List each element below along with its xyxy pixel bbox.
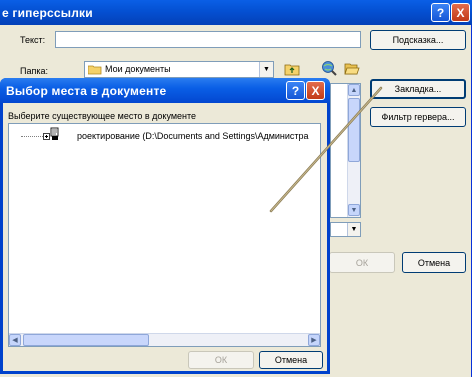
- text-input[interactable]: [55, 31, 361, 48]
- front-dialog-title: Выбор места в документе: [6, 84, 167, 98]
- back-ok-button[interactable]: ОК: [329, 252, 395, 273]
- document-tree[interactable]: роектирование (D:\Documents and Settings…: [8, 123, 321, 347]
- front-ok-label: ОК: [214, 355, 228, 365]
- tree-item-label[interactable]: роектирование (D:\Documents and Settings…: [77, 131, 309, 141]
- tooltip-button[interactable]: Подсказка...: [370, 30, 466, 50]
- folder-value: Мои документы: [105, 64, 171, 74]
- close-icon: X: [311, 83, 320, 98]
- back-close-button[interactable]: X: [451, 3, 470, 22]
- chevron-down-icon[interactable]: ▼: [347, 223, 360, 236]
- chevron-down-icon[interactable]: ▼: [259, 62, 273, 77]
- scroll-thumb[interactable]: [348, 98, 360, 162]
- tooltip-button-label: Подсказка...: [392, 35, 444, 45]
- target-frame-button[interactable]: Фильтр гервера...: [370, 107, 466, 127]
- document-node-icon[interactable]: [43, 127, 59, 141]
- up-folder-icon[interactable]: [284, 61, 300, 77]
- scroll-left-arrow-icon[interactable]: ◀: [9, 334, 21, 346]
- scroll-down-arrow-icon[interactable]: ▼: [348, 204, 360, 216]
- front-close-button[interactable]: X: [306, 81, 325, 100]
- back-window-titlebar[interactable]: е гиперссылки ? X: [0, 0, 472, 25]
- web-search-icon[interactable]: [321, 60, 337, 76]
- front-ok-button[interactable]: ОК: [188, 351, 254, 369]
- front-dialog-titlebar[interactable]: Выбор места в документе ? X: [0, 78, 330, 103]
- tree-horizontal-scrollbar[interactable]: ◀ ▶: [9, 333, 320, 346]
- scroll-up-arrow-icon[interactable]: ▲: [348, 84, 360, 96]
- back-window-title: е гиперссылки: [2, 6, 93, 20]
- back-address-combobox[interactable]: ▼: [330, 222, 361, 237]
- close-icon: X: [456, 5, 465, 20]
- help-glyph: ?: [291, 83, 300, 98]
- target-frame-button-label: Фильтр гервера...: [381, 112, 455, 122]
- folder-combobox[interactable]: Мои документы ▼: [84, 61, 274, 78]
- back-help-button[interactable]: ?: [431, 3, 450, 22]
- back-cancel-button[interactable]: Отмена: [402, 252, 466, 273]
- select-place-dialog: Выбор места в документе ? X Выберите сущ…: [0, 78, 330, 374]
- folder-label: Папка:: [20, 66, 48, 76]
- bookmark-button[interactable]: Закладка...: [370, 79, 466, 99]
- tree-connector: [21, 136, 45, 137]
- scroll-thumb[interactable]: [23, 334, 149, 346]
- help-glyph: ?: [436, 5, 445, 20]
- back-list-scrollbar[interactable]: ▲ ▼: [347, 84, 360, 217]
- front-cancel-label: Отмена: [274, 355, 308, 365]
- front-dialog-body: Выберите существующее место в документе …: [3, 103, 327, 371]
- text-label: Текст:: [20, 35, 46, 45]
- back-ok-label: ОК: [355, 257, 369, 268]
- scroll-right-arrow-icon[interactable]: ▶: [308, 334, 320, 346]
- back-cancel-label: Отмена: [417, 257, 451, 268]
- front-help-button[interactable]: ?: [286, 81, 305, 100]
- front-cancel-button[interactable]: Отмена: [259, 351, 323, 369]
- prompt-label: Выберите существующее место в документе: [8, 111, 197, 121]
- open-folder-icon[interactable]: [344, 60, 360, 76]
- folder-icon: [88, 65, 102, 75]
- bookmark-button-label: Закладка...: [394, 84, 442, 94]
